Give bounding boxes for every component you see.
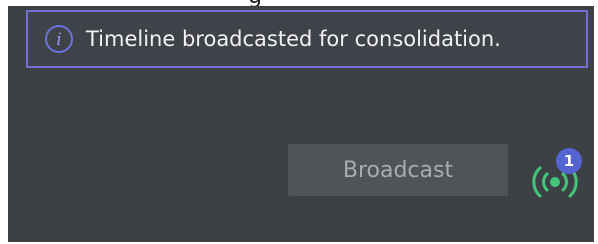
notification-count-badge: 1 [556,148,582,174]
broadcast-button[interactable]: Broadcast [288,144,508,196]
svg-text:i: i [56,30,61,50]
notification-banner: i Timeline broadcasted for consolidation… [26,10,588,68]
notification-message: Timeline broadcasted for consolidation. [86,27,501,51]
info-icon: i [44,24,74,54]
